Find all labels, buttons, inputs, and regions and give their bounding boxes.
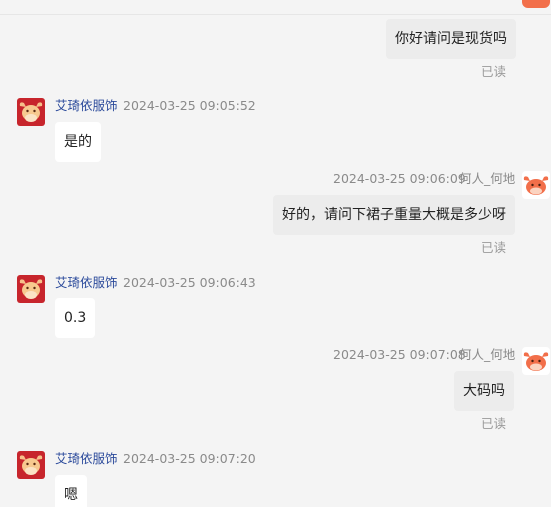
message-bubble-outgoing[interactable]: 大码吗 — [454, 371, 514, 411]
message-bubble-outgoing[interactable]: 好的，请问下裙子重量大概是多少呀 — [273, 195, 515, 235]
sender-name: 艾琦依服饰 — [55, 275, 118, 290]
read-status: 已读 — [481, 64, 507, 79]
message-bubble-incoming[interactable]: 0.3 — [55, 298, 96, 338]
user-avatar-icon[interactable] — [522, 171, 550, 199]
user-avatar-icon[interactable] — [522, 347, 550, 375]
sender-name: 艾琦依服饰 — [55, 451, 118, 466]
top-divider — [0, 14, 551, 15]
shop-avatar-icon[interactable] — [17, 451, 45, 479]
sender-name: 艾琦依服饰 — [55, 98, 118, 113]
message-timestamp: 2024-03-25 09:05:52 — [123, 98, 256, 113]
sender-name: 何人_何地 — [459, 171, 516, 186]
message-bubble-incoming[interactable]: 是的 — [55, 122, 101, 162]
message-timestamp: 2024-03-25 09:06:09 — [333, 171, 466, 186]
user-avatar-partial — [522, 0, 550, 8]
shop-avatar-icon[interactable] — [17, 275, 45, 303]
message-bubble-outgoing[interactable]: 你好请问是现货吗 — [386, 19, 516, 59]
read-status: 已读 — [481, 416, 507, 431]
read-status: 已读 — [481, 240, 507, 255]
sender-name: 何人_何地 — [459, 347, 516, 362]
message-bubble-incoming[interactable]: 嗯 — [55, 475, 87, 507]
message-timestamp: 2024-03-25 09:06:43 — [123, 275, 256, 290]
message-timestamp: 2024-03-25 09:07:20 — [123, 451, 256, 466]
shop-avatar-icon[interactable] — [17, 98, 45, 126]
message-timestamp: 2024-03-25 09:07:08 — [333, 347, 466, 362]
